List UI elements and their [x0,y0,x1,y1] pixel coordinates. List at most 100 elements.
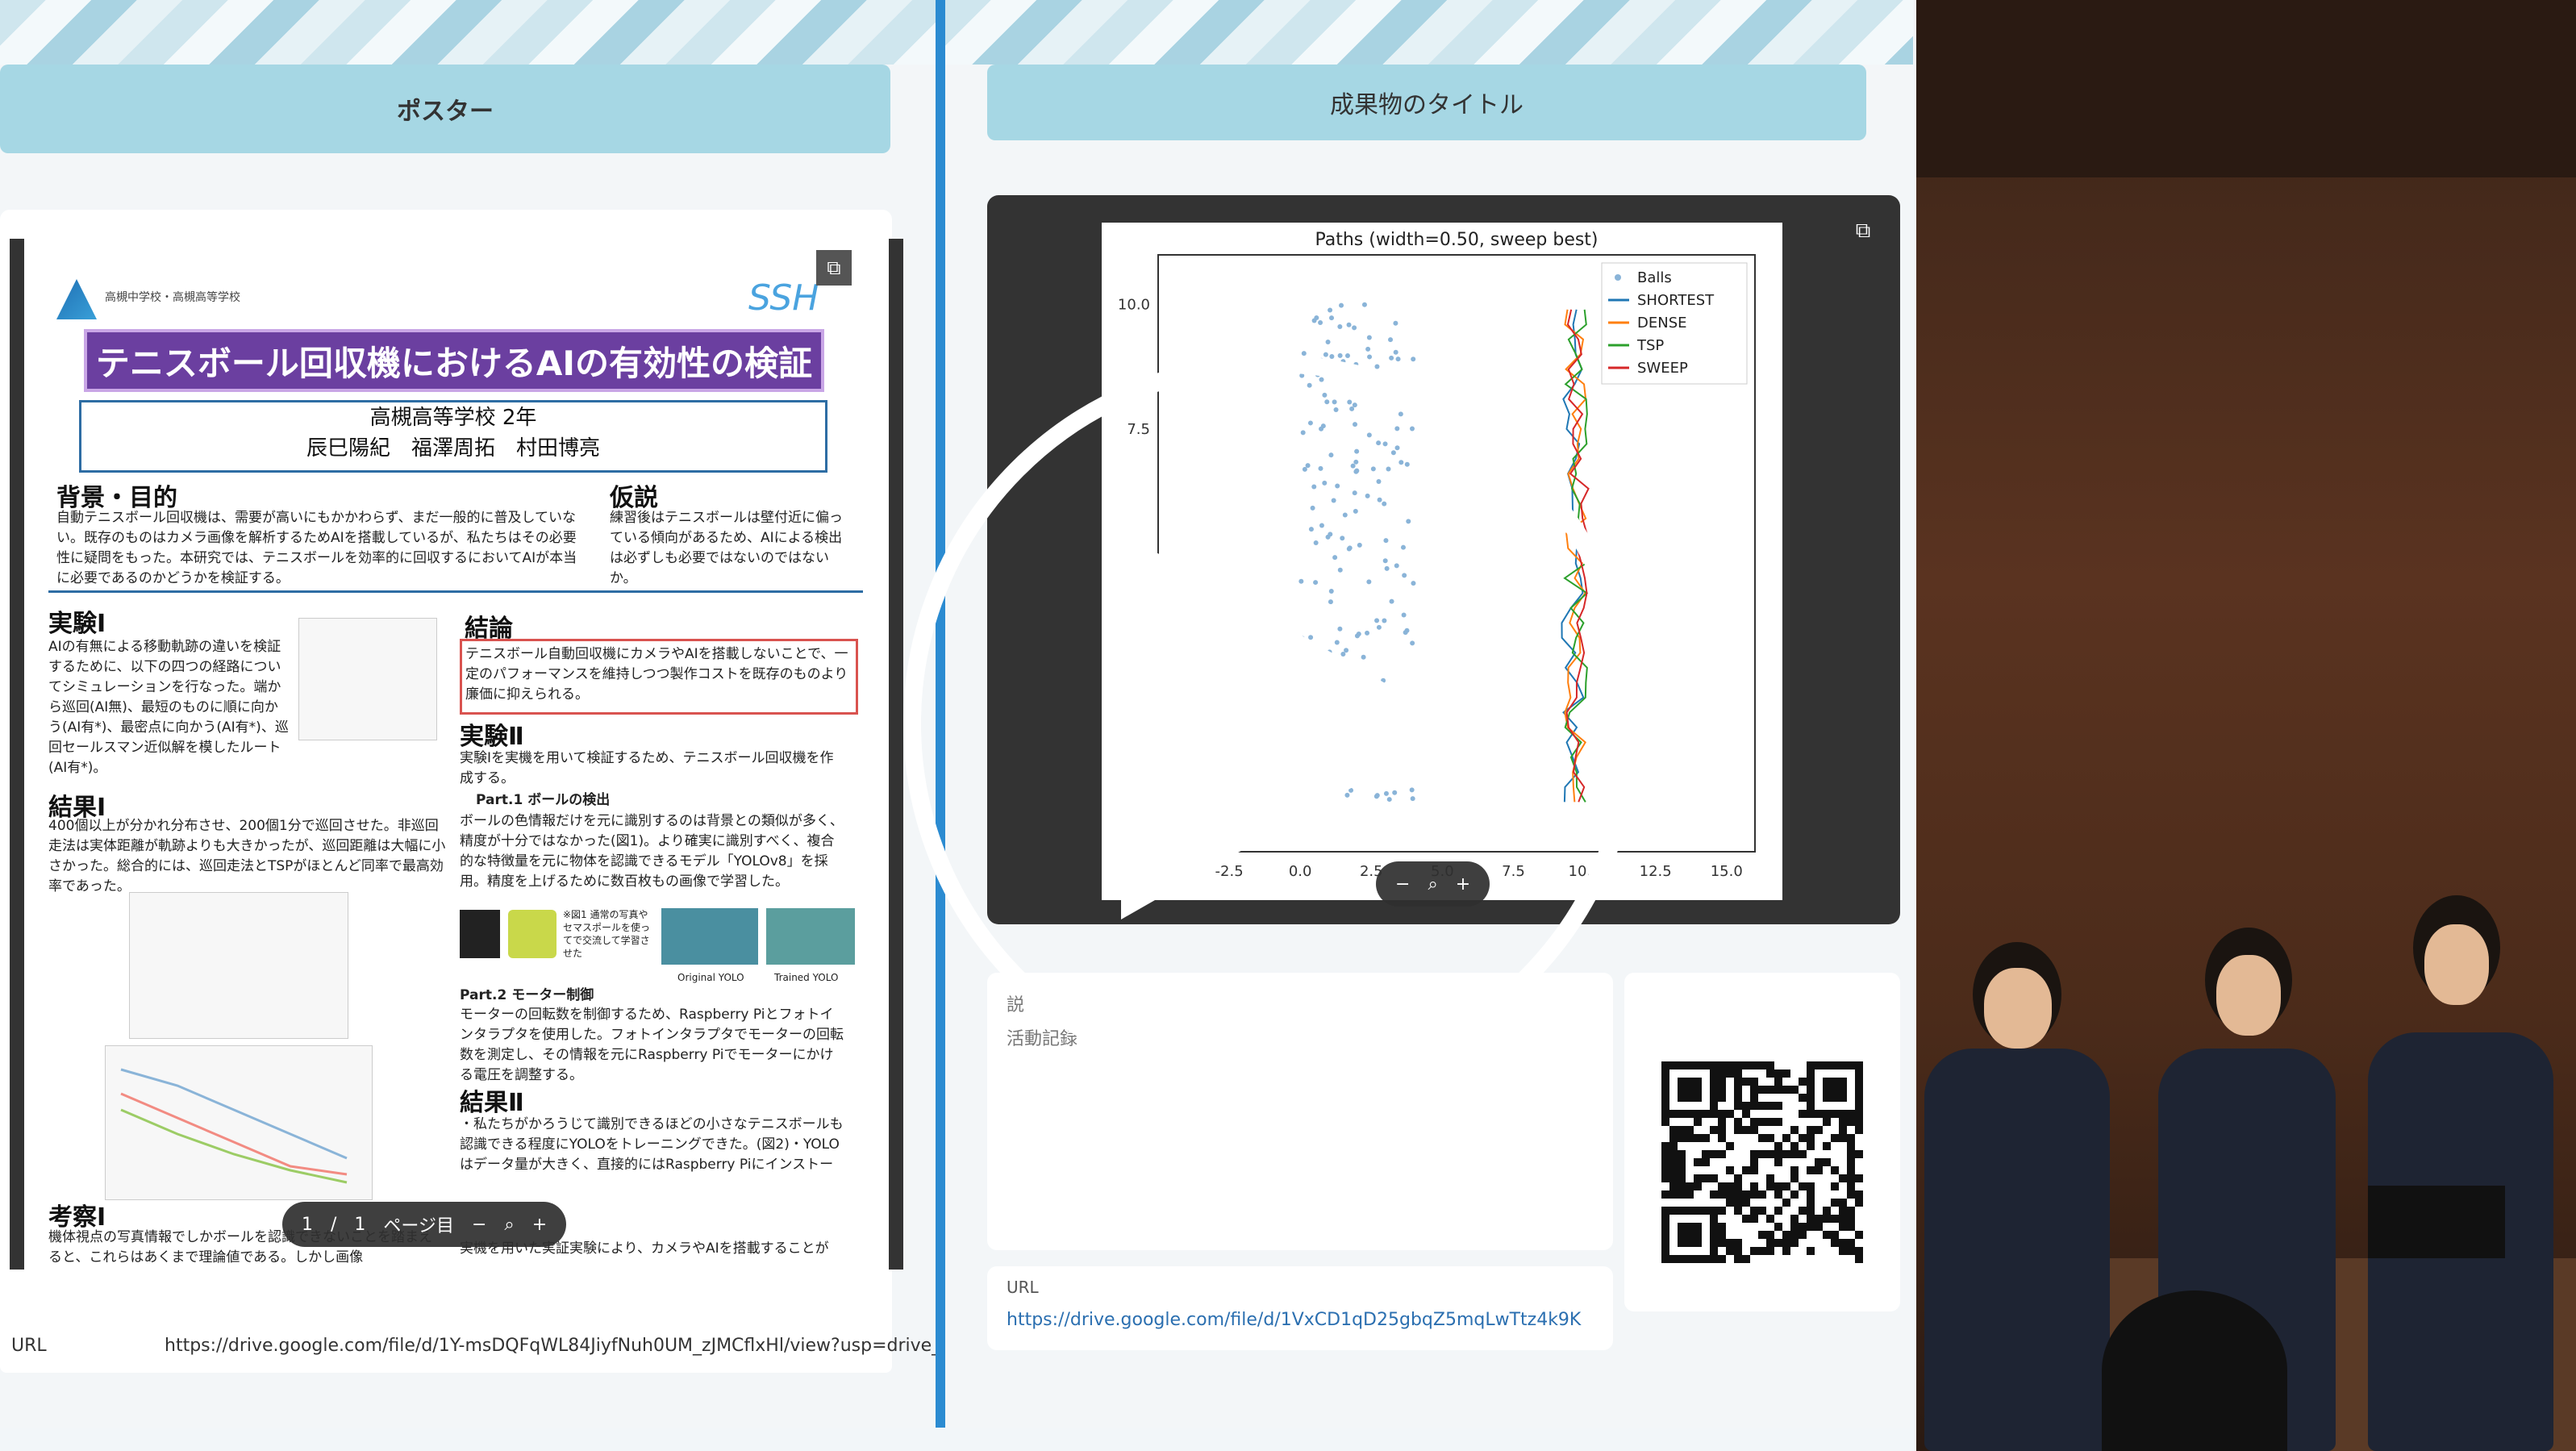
qr-module [1718,1094,1726,1102]
qr-module [1702,1158,1710,1166]
section-background-text: 自動テニスボール回収機は、需要が高いにもかかわらず、まだ一般的に普及していない。… [56,510,577,586]
qr-module [1734,1102,1742,1110]
poster-page-toolbar: 1 / 1 ページ目 − ⌕ + [282,1202,567,1247]
qr-module [1782,1086,1790,1094]
qr-module [1855,1247,1863,1255]
zoom-in-button[interactable]: + [532,1215,547,1235]
qr-module [1718,1078,1726,1086]
qr-module [1661,1069,1669,1078]
qr-module [1686,1126,1694,1134]
qr-module [1799,1078,1807,1086]
qr-module [1726,1061,1734,1069]
section-exp2-heading: 実験Ⅱ [460,723,524,751]
qr-module [1790,1215,1799,1223]
qr-module [1661,1166,1669,1174]
qr-module [1839,1094,1847,1102]
zoom-out-button[interactable]: − [472,1215,486,1235]
qr-module [1710,1190,1718,1199]
legend-label: Balls [1637,269,1672,286]
page-number[interactable]: 1 [302,1215,313,1235]
qr-module [1847,1215,1855,1223]
page-mode[interactable]: ページ目 [383,1211,454,1237]
qr-module [1694,1110,1702,1118]
qr-module [1718,1207,1726,1215]
qr-module [1702,1061,1710,1069]
qr-code[interactable] [1653,1053,1871,1268]
presentation-video-feed[interactable] [1916,0,2576,1451]
qr-module [1790,1239,1799,1247]
qr-module [1839,1215,1847,1223]
qr-module [1807,1199,1815,1207]
qr-module [1686,1086,1694,1094]
qr-module [1774,1190,1782,1199]
deliverable-panel-header: 成果物のタイトル [987,65,1866,140]
qr-module [1678,1126,1686,1134]
qr-module [1750,1086,1758,1094]
qr-module [1758,1207,1766,1215]
qr-module [1799,1231,1807,1239]
qr-module [1847,1150,1855,1158]
ball-point [1393,320,1398,326]
qr-module [1799,1182,1807,1190]
qr-module [1718,1190,1726,1199]
qr-module [1790,1086,1799,1094]
qr-module [1807,1182,1815,1190]
ball-point [1367,354,1373,360]
qr-module [1831,1078,1839,1086]
qr-module [1774,1078,1782,1086]
ball-point [1346,322,1352,327]
qr-module [1855,1078,1863,1086]
ssh-logo: SSH [748,277,819,319]
qr-module [1710,1078,1718,1086]
qr-module [1734,1126,1742,1134]
qr-module [1766,1247,1774,1255]
qr-module [1758,1247,1766,1255]
qr-module [1661,1255,1669,1263]
qr-module [1815,1166,1823,1174]
qr-module [1807,1134,1815,1142]
qr-module [1847,1158,1855,1166]
qr-module [1726,1247,1734,1255]
poster-url-label: URL [11,1336,47,1356]
section-result2-heading: 結果Ⅱ [460,1089,524,1117]
poster-viewer[interactable]: 高槻中学校・高槻高等学校 SSH ⧉ テニスボール回収機におけるAIの有効性の検… [10,239,903,1270]
part2-text: モーターの回転数を制御するため、Raspberry Piとフォトインタラプタを使… [460,1007,844,1083]
qr-module [1855,1110,1863,1118]
open-external-icon[interactable]: ⧉ [816,250,852,286]
qr-module [1799,1094,1807,1102]
qr-module [1686,1223,1694,1231]
audience-head [2102,1290,2287,1451]
x-tick-label: 15.0 [1711,863,1743,880]
open-external-icon-2[interactable]: ⧉ [1847,215,1879,247]
qr-module [1807,1223,1815,1231]
qr-module [1831,1166,1839,1174]
qr-module [1669,1061,1678,1069]
qr-module [1669,1255,1678,1263]
qr-module [1718,1255,1726,1263]
ball-point [1328,307,1333,313]
caption-trained-yolo: Trained YOLO [774,972,839,983]
qr-module [1694,1118,1702,1126]
poster-url-link[interactable]: https://drive.google.com/file/d/1Y-msDQF… [165,1336,940,1356]
qr-module [1847,1166,1855,1174]
deliverable-url-link[interactable]: https://drive.google.com/file/d/1VxCD1qD… [1007,1310,1611,1330]
qr-module [1750,1078,1758,1086]
presenter-3-face [2424,924,2489,1005]
qr-module [1726,1182,1734,1190]
qr-module [1734,1174,1742,1182]
qr-module [1710,1094,1718,1102]
qr-module [1774,1086,1782,1094]
section-divider [48,590,863,593]
qr-module [1815,1110,1823,1118]
qr-module [1661,1215,1669,1223]
qr-module [1734,1255,1742,1263]
qr-module [1799,1223,1807,1231]
qr-module [1669,1207,1678,1215]
caption-original-yolo: Original YOLO [677,972,744,983]
zoom-icon[interactable]: ⌕ [504,1215,514,1235]
tennis-ball-photo-1 [460,910,500,958]
qr-module [1831,1239,1839,1247]
y-tick-label: 10.0 [1118,297,1150,314]
ball-point [1314,315,1319,320]
qr-module [1774,1223,1782,1231]
